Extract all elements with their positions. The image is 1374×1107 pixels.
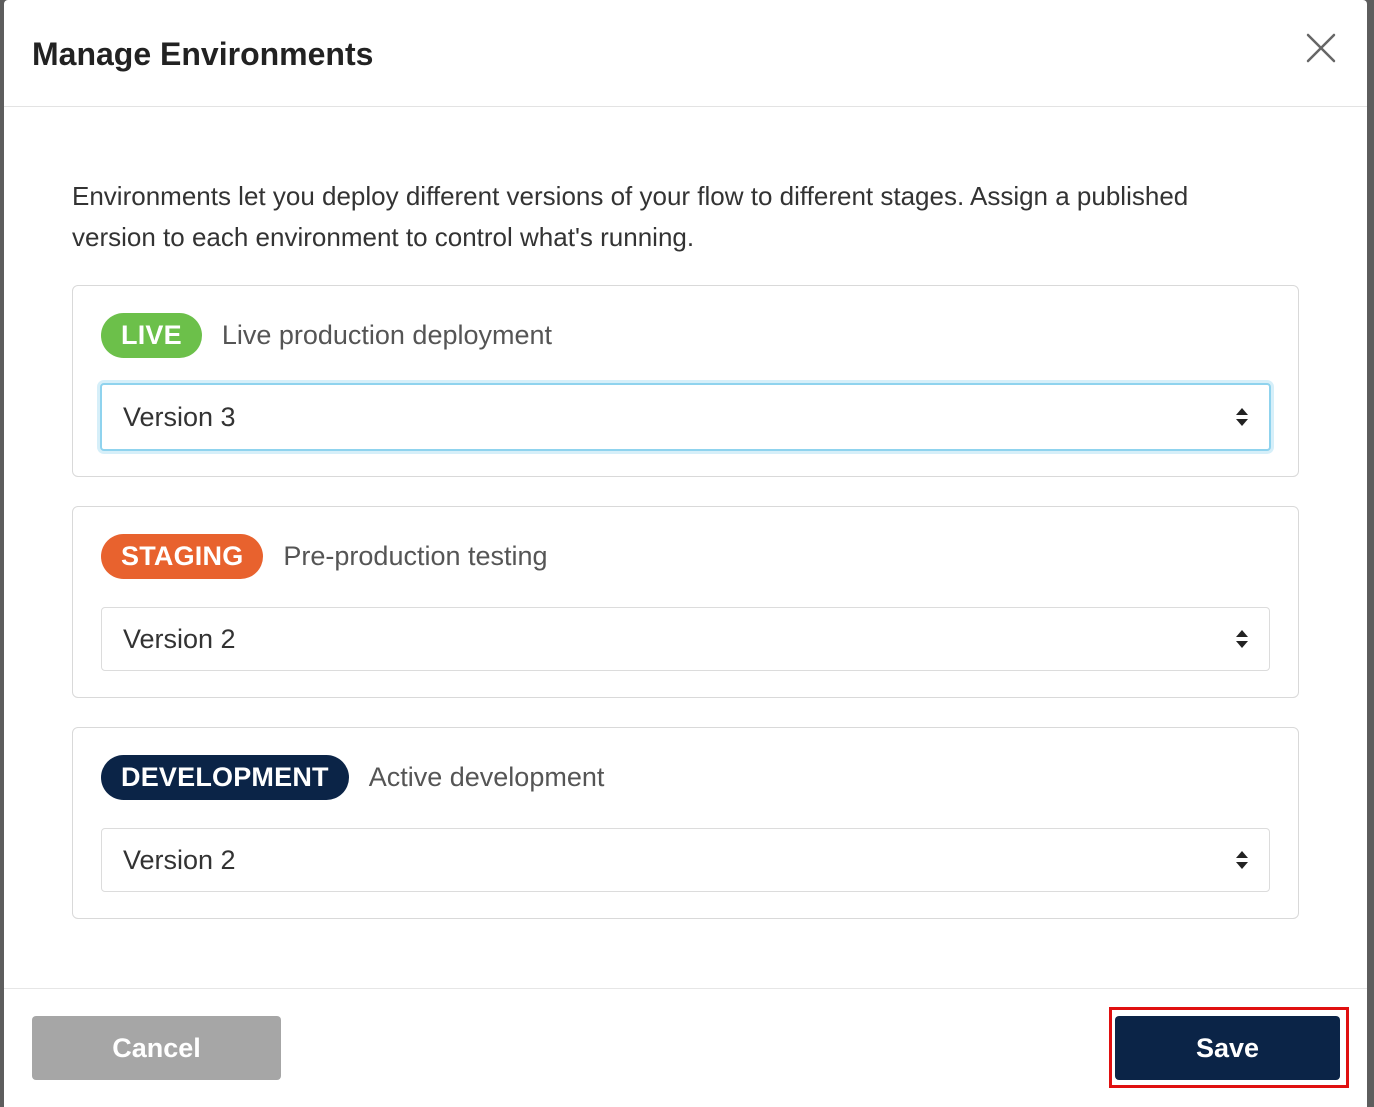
- footer-divider: [4, 988, 1367, 989]
- cancel-button[interactable]: Cancel: [32, 1016, 281, 1080]
- version-select-development[interactable]: Version 2: [101, 828, 1270, 892]
- environment-badge-staging: STAGING: [101, 533, 264, 579]
- close-icon: [1306, 33, 1336, 63]
- environment-description: Pre-production testing: [283, 540, 548, 571]
- environment-card-development: DEVELOPMENT Active development Version 2: [72, 727, 1299, 919]
- environment-header: STAGING Pre-production testing: [101, 533, 548, 579]
- dialog-title: Manage Environments: [32, 36, 374, 72]
- environment-card-staging: STAGING Pre-production testing Version 2: [72, 506, 1299, 698]
- dialog-description: Environments let you deploy different ve…: [72, 181, 1189, 252]
- selected-version: Version 2: [123, 845, 236, 875]
- environment-badge-live: LIVE: [101, 312, 202, 358]
- selected-version: Version 2: [123, 624, 236, 654]
- environment-description: Live production deployment: [221, 319, 553, 350]
- selected-version: Version 3: [123, 402, 236, 432]
- environment-header: DEVELOPMENT Active development: [101, 754, 604, 800]
- save-button[interactable]: Save: [1115, 1016, 1340, 1080]
- environment-badge-development: DEVELOPMENT: [101, 754, 349, 800]
- close-button[interactable]: [1301, 28, 1341, 68]
- manage-environments-dialog: Manage Environments Environments let you…: [4, 0, 1367, 1107]
- sort-caret-icon: [1236, 408, 1248, 426]
- version-select-live[interactable]: Version 3: [100, 383, 1271, 451]
- version-select-staging[interactable]: Version 2: [101, 607, 1270, 671]
- sort-caret-icon: [1236, 851, 1248, 869]
- environment-description: Active development: [368, 761, 605, 792]
- environment-card-live: LIVE Live production deployment Version …: [72, 285, 1299, 477]
- environment-header: LIVE Live production deployment: [101, 312, 552, 358]
- dialog-header: Manage Environments: [4, 0, 1367, 107]
- sort-caret-icon: [1236, 630, 1248, 648]
